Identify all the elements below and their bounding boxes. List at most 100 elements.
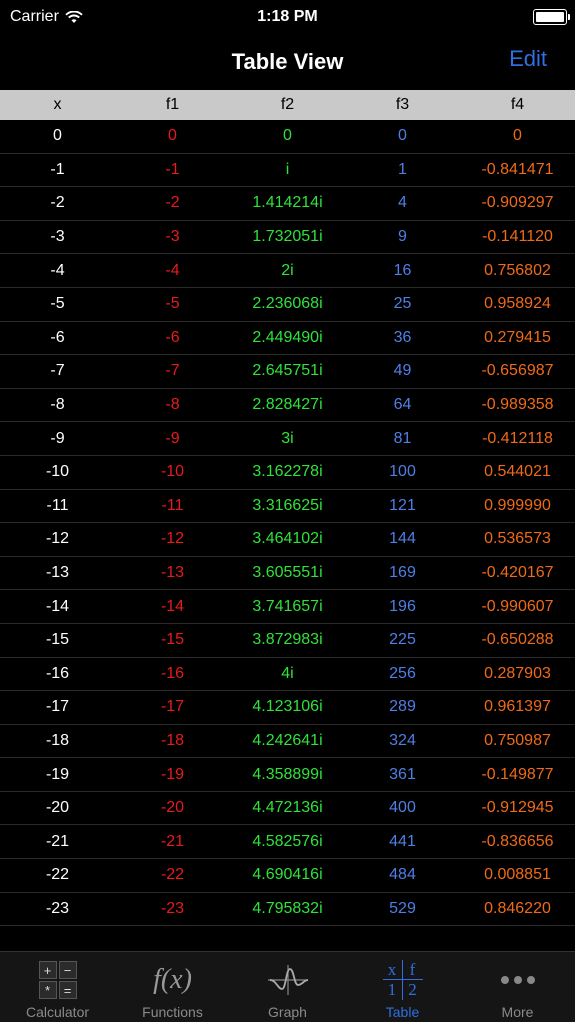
table-body[interactable]: 0 0 0 0 0 -1 -1 i 1 -0.841471 -2 -2 1.414214i 4 -0.909… bbox=[0, 120, 575, 927]
table-row[interactable]: -14 -14 3.741657i 196 -0.990607 bbox=[0, 590, 575, 624]
status-time: 1:18 PM bbox=[257, 8, 318, 25]
table-row[interactable]: -23 -23 4.795832i 529 0.846220 bbox=[0, 893, 575, 927]
table-row[interactable]: -4 -4 2i 16 0.756802 bbox=[0, 254, 575, 288]
cell-f2: 4.690416i bbox=[252, 866, 323, 884]
cell-f1: -16 bbox=[160, 664, 185, 682]
cell-f4: -0.656987 bbox=[481, 362, 554, 380]
table-row[interactable]: -3 -3 1.732051i 9 -0.141120 bbox=[0, 221, 575, 255]
table-row[interactable]: -8 -8 2.828427i 64 -0.989358 bbox=[0, 389, 575, 423]
table-row[interactable]: -21 -21 4.582576i 441 -0.836656 bbox=[0, 825, 575, 860]
cell-x: -10 bbox=[45, 463, 70, 481]
cell-x: -21 bbox=[45, 832, 70, 850]
cell-f4: 0.536573 bbox=[484, 530, 551, 548]
table-row[interactable]: -19 -19 4.358899i 361 -0.149877 bbox=[0, 758, 575, 792]
cell-f3: 36 bbox=[393, 328, 412, 346]
cell-f2: 2.645751i bbox=[252, 362, 323, 380]
table-header: x f1 f2 f3 f4 bbox=[0, 90, 575, 120]
tab-label: Graph bbox=[268, 1004, 307, 1020]
cell-f3: 9 bbox=[398, 228, 407, 246]
table-row[interactable]: -7 -7 2.645751i 49 -0.656987 bbox=[0, 355, 575, 389]
cell-x: -23 bbox=[45, 899, 70, 917]
cell-f3: 121 bbox=[389, 496, 416, 514]
cell-f4: 0.008851 bbox=[484, 866, 551, 884]
cell-f1: -14 bbox=[160, 597, 185, 615]
tab-label: Functions bbox=[142, 1004, 203, 1020]
cell-f1: -10 bbox=[160, 463, 185, 481]
cell-f2: 1.414214i bbox=[252, 194, 323, 212]
status-bar: Carrier 1:18 PM bbox=[0, 0, 575, 34]
table-row[interactable]: -5 -5 2.236068i 25 0.958924 bbox=[0, 288, 575, 322]
cell-x: -14 bbox=[45, 597, 70, 615]
table-row[interactable]: -6 -6 2.449490i 36 0.279415 bbox=[0, 322, 575, 356]
table-icon-cell: 1 bbox=[383, 980, 403, 1000]
table-icon-cell: 2 bbox=[408, 980, 417, 999]
table-row[interactable]: -2 -2 1.414214i 4 -0.909297 bbox=[0, 187, 575, 221]
cell-f2: 1.732051i bbox=[252, 228, 323, 246]
navigation-bar: Table View Edit bbox=[0, 34, 575, 90]
table-row[interactable]: 0 0 0 0 0 bbox=[0, 120, 575, 154]
table-row[interactable]: -13 -13 3.605551i 169 -0.420167 bbox=[0, 557, 575, 591]
cell-f1: -15 bbox=[160, 631, 185, 649]
tab-bar: + − * = Calculator f(x) Functions Graph … bbox=[0, 951, 575, 1022]
column-header-f2: f2 bbox=[280, 96, 295, 113]
cell-f1: -22 bbox=[160, 866, 185, 884]
cell-f3: 289 bbox=[389, 698, 416, 716]
table-row[interactable]: -20 -20 4.472136i 400 -0.912945 bbox=[0, 792, 575, 826]
cell-f3: 49 bbox=[393, 362, 412, 380]
cell-f1: -13 bbox=[160, 564, 185, 582]
cell-f2: 2.449490i bbox=[252, 328, 323, 346]
cell-f2: 4.242641i bbox=[252, 731, 323, 749]
tab-label: Table bbox=[385, 1004, 420, 1020]
edit-button[interactable]: Edit bbox=[509, 46, 547, 72]
tab-more[interactable]: More bbox=[460, 952, 575, 1022]
table-row[interactable]: -10 -10 3.162278i 100 0.544021 bbox=[0, 456, 575, 490]
cell-x: -1 bbox=[50, 160, 65, 178]
table-row[interactable]: -17 -17 4.123106i 289 0.961397 bbox=[0, 691, 575, 725]
cell-f2: 3.316625i bbox=[252, 496, 323, 514]
table-icon: x f 1 2 bbox=[382, 958, 423, 1002]
calculator-icon: + − * = bbox=[38, 958, 77, 1002]
cell-f3: 100 bbox=[389, 463, 416, 481]
table-row[interactable]: -11 -11 3.316625i 121 0.999990 bbox=[0, 490, 575, 524]
cell-f4: -0.841471 bbox=[481, 160, 554, 178]
table-row[interactable]: -16 -16 4i 256 0.287903 bbox=[0, 658, 575, 692]
function-icon: f(x) bbox=[153, 958, 192, 1002]
cell-f3: 169 bbox=[389, 564, 416, 582]
cell-f3: 529 bbox=[389, 899, 416, 917]
table-row[interactable]: -9 -9 3i 81 -0.412118 bbox=[0, 422, 575, 456]
table-row[interactable]: -1 -1 i 1 -0.841471 bbox=[0, 154, 575, 188]
tab-label: More bbox=[501, 1004, 534, 1020]
cell-f3: 25 bbox=[393, 295, 412, 313]
tab-functions[interactable]: f(x) Functions bbox=[115, 952, 230, 1022]
table-icon-cell: f bbox=[402, 960, 423, 980]
cell-x: 0 bbox=[53, 127, 62, 145]
cell-f3: 324 bbox=[389, 731, 416, 749]
cell-f4: 0.279415 bbox=[484, 328, 551, 346]
cell-f3: 16 bbox=[393, 261, 412, 279]
cell-f2: 0 bbox=[283, 127, 292, 145]
cell-f1: -19 bbox=[160, 765, 185, 783]
cell-f3: 256 bbox=[389, 664, 416, 682]
table-row[interactable]: -12 -12 3.464102i 144 0.536573 bbox=[0, 523, 575, 557]
tab-label: Calculator bbox=[25, 1004, 90, 1020]
cell-f3: 441 bbox=[389, 832, 416, 850]
cell-x: -12 bbox=[45, 530, 70, 548]
cell-x: -5 bbox=[50, 295, 65, 313]
tab-table[interactable]: x f 1 2 Table bbox=[345, 952, 460, 1022]
table-row[interactable]: -18 -18 4.242641i 324 0.750987 bbox=[0, 725, 575, 759]
cell-f1: -6 bbox=[165, 328, 180, 346]
table-row[interactable]: -22 -22 4.690416i 484 0.008851 bbox=[0, 859, 575, 893]
cell-f2: 2.828427i bbox=[252, 396, 323, 414]
cell-f1: -18 bbox=[160, 731, 185, 749]
cell-x: -3 bbox=[50, 228, 65, 246]
cell-f1: -5 bbox=[165, 295, 180, 313]
tab-calculator[interactable]: + − * = Calculator bbox=[0, 952, 115, 1022]
cell-f2: 2i bbox=[281, 261, 294, 279]
cell-f3: 144 bbox=[389, 530, 416, 548]
cell-f1: -11 bbox=[161, 496, 184, 514]
tab-graph[interactable]: Graph bbox=[230, 952, 345, 1022]
table-row[interactable]: -15 -15 3.872983i 225 -0.650288 bbox=[0, 624, 575, 658]
cell-x: -19 bbox=[45, 765, 70, 783]
cell-f3: 1 bbox=[398, 160, 407, 178]
cell-x: -15 bbox=[45, 631, 70, 649]
